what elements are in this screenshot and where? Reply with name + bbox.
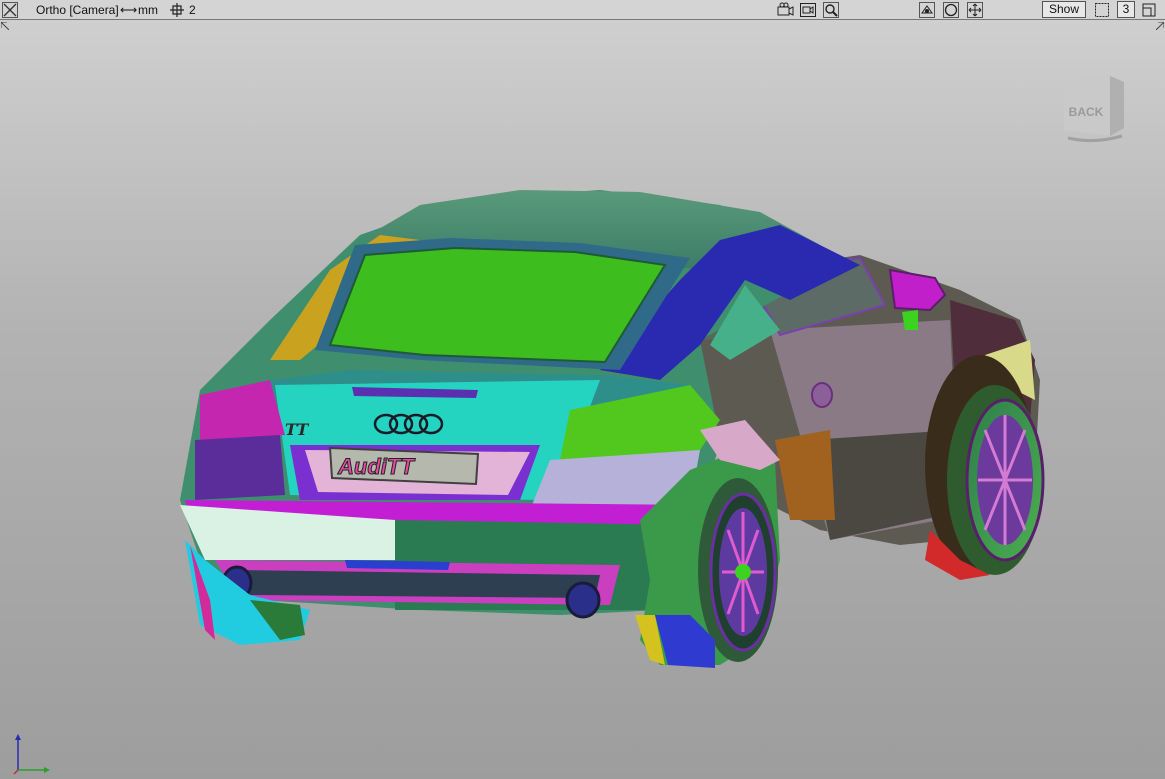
camera-settings-icon[interactable] [799,1,817,19]
window-icon[interactable] [1093,1,1111,19]
axis-triad [13,734,50,775]
side-mirror [888,268,947,312]
units-label[interactable]: mm [138,2,158,18]
3d-viewport[interactable]: TT AudiTT BACK [0,20,1165,779]
car-model[interactable]: TT AudiTT [0,20,1165,779]
close-icon[interactable] [1,1,19,19]
viewport-toolbar: Ortho [Camera] ⟷ mm 2 Show 3 [0,0,1165,20]
sphere-view-icon[interactable] [942,1,960,19]
maximize-icon[interactable] [1140,1,1158,19]
fuel-cap [811,382,834,408]
model-badge: TT [285,420,309,439]
app-window: Ortho [Camera] ⟷ mm 2 Show 3 TT AudiTT B… [0,0,1165,779]
zoom-icon[interactable] [822,1,840,19]
camera-icon[interactable] [776,1,794,19]
exhaust-right [565,581,601,619]
grid-value[interactable]: 2 [189,2,196,18]
tail-light-left-lower [195,435,285,500]
units-arrows-icon: ⟷ [120,3,138,17]
view-cube-face: BACK [1069,105,1104,119]
show-button[interactable]: Show [1042,1,1086,18]
view-cube[interactable]: BACK [1058,60,1130,144]
license-plate: AudiTT [328,446,480,486]
rear-window [328,246,667,364]
pan-icon[interactable] [966,1,984,19]
fit-view-icon[interactable] [918,1,936,19]
count-field[interactable]: 3 [1117,1,1135,18]
license-plate-text: AudiTT [337,454,415,479]
grid-icon[interactable] [168,1,186,19]
projection-label[interactable]: Ortho [Camera] [36,2,119,18]
